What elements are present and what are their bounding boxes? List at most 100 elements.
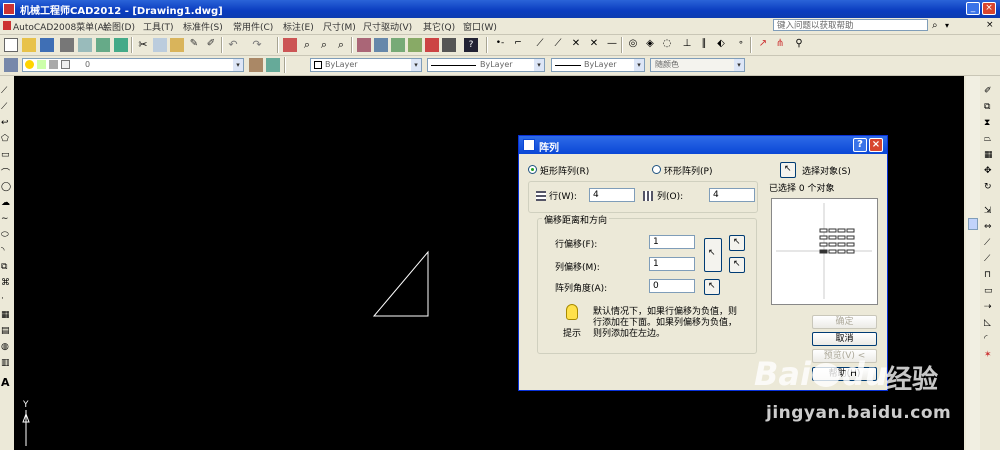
cut-icon[interactable]: ✂ bbox=[136, 38, 150, 52]
ok-button[interactable]: 确定 bbox=[812, 315, 877, 329]
zoom-realtime-icon[interactable]: ⌕ bbox=[300, 38, 314, 52]
calculator-icon[interactable] bbox=[442, 38, 456, 52]
markup-icon[interactable] bbox=[425, 38, 439, 52]
brush-icon[interactable]: ✐ bbox=[204, 38, 218, 52]
match-properties-icon[interactable]: ✎ bbox=[187, 38, 201, 52]
search-icon[interactable]: ⌕ bbox=[932, 20, 938, 31]
copy-tool-icon[interactable]: ⧉ bbox=[984, 102, 995, 113]
properties-icon[interactable] bbox=[357, 38, 371, 52]
pline-tool-icon[interactable]: ↩ bbox=[1, 118, 12, 129]
ellipse-tool-icon[interactable]: ⬭ bbox=[1, 230, 12, 241]
print-preview-icon[interactable] bbox=[78, 38, 92, 52]
make-block-icon[interactable]: ⌘ bbox=[1, 278, 12, 289]
pick-angle-button[interactable]: ↖ bbox=[704, 279, 720, 295]
node-icon[interactable]: ∘ bbox=[734, 38, 748, 52]
none-snap-icon[interactable]: ⋔ bbox=[773, 38, 787, 52]
angle-input[interactable]: 0 bbox=[649, 279, 695, 293]
dialog-help-button[interactable]: ? bbox=[853, 138, 867, 152]
redo-icon[interactable]: ↷ bbox=[250, 38, 264, 52]
menu-size-driven[interactable]: 尺寸驱动(V) bbox=[363, 20, 412, 33]
plotstyle-combo[interactable]: 随颜色 ▾ bbox=[650, 58, 745, 72]
trim-tool-icon[interactable]: ⟋ bbox=[984, 238, 995, 249]
break-point-tool-icon[interactable]: ⊓ bbox=[984, 270, 995, 281]
array-tool-icon[interactable]: ▦ bbox=[984, 150, 995, 161]
insert-icon[interactable]: ⬖ bbox=[714, 38, 728, 52]
linetype-combo[interactable]: ByLayer ▾ bbox=[427, 58, 545, 72]
parallel-icon[interactable]: ∥ bbox=[697, 38, 711, 52]
triangle-entity[interactable] bbox=[372, 250, 429, 317]
quadrant-icon[interactable]: ◈ bbox=[643, 38, 657, 52]
polygon-tool-icon[interactable]: ⬠ bbox=[1, 134, 12, 145]
xline-tool-icon[interactable]: ⟋ bbox=[1, 102, 12, 113]
offset-tool-icon[interactable]: ⏢ bbox=[984, 134, 995, 145]
move-tool-icon[interactable]: ✥ bbox=[984, 166, 995, 177]
layer-combo[interactable]: 0 ▾ bbox=[22, 58, 244, 72]
scrollbar-thumb[interactable] bbox=[968, 218, 978, 230]
join-tool-icon[interactable]: ⇢ bbox=[984, 302, 995, 313]
perpendicular-icon[interactable]: ⊥ bbox=[680, 38, 694, 52]
doc-close-icon[interactable]: × bbox=[986, 20, 994, 30]
menu-draw[interactable]: 绘图(D) bbox=[103, 20, 135, 33]
line-tool-icon[interactable]: ⟋ bbox=[1, 86, 12, 97]
region-tool-icon[interactable]: ◍ bbox=[1, 342, 12, 353]
nearest-icon[interactable]: ↗ bbox=[756, 38, 770, 52]
cols-input[interactable]: 4 bbox=[709, 188, 755, 202]
menu-dimension[interactable]: 标注(E) bbox=[283, 20, 314, 33]
layer-manager-icon[interactable] bbox=[4, 58, 18, 72]
cancel-button[interactable]: 取消 bbox=[812, 332, 877, 346]
menu-standard-parts[interactable]: 标准件(S) bbox=[183, 20, 223, 33]
copy-icon[interactable] bbox=[153, 38, 167, 52]
menu-size[interactable]: 尺寸(M) bbox=[323, 20, 356, 33]
chamfer-tool-icon[interactable]: ◺ bbox=[984, 318, 995, 329]
rect-array-label[interactable]: 矩形阵列(R) bbox=[540, 164, 589, 177]
search-dropdown-icon[interactable]: ▾ bbox=[945, 21, 949, 30]
sheet-set-icon[interactable] bbox=[408, 38, 422, 52]
fillet-tool-icon[interactable]: ◜ bbox=[984, 334, 995, 345]
mirror-tool-icon[interactable]: ⧗ bbox=[984, 118, 995, 129]
text-tool-icon[interactable]: A bbox=[1, 376, 12, 389]
cross-icon[interactable]: ✕ bbox=[569, 38, 583, 52]
zoom-previous-icon[interactable]: ⌕ bbox=[334, 38, 348, 52]
stretch-tool-icon[interactable]: ⇔ bbox=[984, 222, 995, 233]
print-icon[interactable] bbox=[60, 38, 74, 52]
line-endpoint-icon[interactable]: ⌐ bbox=[511, 38, 525, 52]
plot-icon[interactable] bbox=[114, 38, 128, 52]
center-icon[interactable]: ◎ bbox=[626, 38, 640, 52]
row-offset-input[interactable]: 1 bbox=[649, 235, 695, 249]
menu-window[interactable]: 窗口(W) bbox=[463, 20, 497, 33]
pick-both-offsets-button[interactable]: ↖ bbox=[704, 238, 722, 272]
menu-common-parts[interactable]: 常用件(C) bbox=[233, 20, 273, 33]
help-icon[interactable]: ? bbox=[464, 38, 478, 52]
gradient-tool-icon[interactable]: ▤ bbox=[1, 326, 12, 337]
polar-array-radio[interactable] bbox=[652, 165, 661, 174]
circle-tool-icon[interactable]: ◯ bbox=[1, 182, 12, 193]
dialog-close-button[interactable]: × bbox=[869, 138, 883, 152]
insert-block-icon[interactable]: ⧉ bbox=[1, 262, 12, 273]
tool-palettes-icon[interactable] bbox=[391, 38, 405, 52]
scale-tool-icon[interactable]: ⇲ bbox=[984, 206, 995, 217]
save-icon[interactable] bbox=[40, 38, 54, 52]
rect-array-radio[interactable] bbox=[528, 165, 537, 174]
zoom-window-icon[interactable]: ⌕ bbox=[317, 38, 331, 52]
intersection-icon[interactable]: ✕ bbox=[587, 38, 601, 52]
undo-icon[interactable]: ↶ bbox=[226, 38, 240, 52]
point-icon[interactable]: •‑ bbox=[493, 38, 507, 52]
menu-tools[interactable]: 工具(T) bbox=[143, 20, 174, 33]
tangent-icon[interactable]: ◌ bbox=[660, 38, 674, 52]
col-offset-input[interactable]: 1 bbox=[649, 257, 695, 271]
spline-tool-icon[interactable]: ∼ bbox=[1, 214, 12, 225]
select-objects-label[interactable]: 选择对象(S) bbox=[802, 164, 851, 177]
design-center-icon[interactable] bbox=[374, 38, 388, 52]
select-objects-button[interactable]: ↖ bbox=[780, 162, 796, 178]
lineweight-combo[interactable]: ByLayer ▾ bbox=[551, 58, 645, 72]
publish-icon[interactable] bbox=[96, 38, 110, 52]
pick-row-offset-button[interactable]: ↖ bbox=[729, 235, 745, 251]
color-combo[interactable]: ByLayer ▾ bbox=[310, 58, 422, 72]
paste-icon[interactable] bbox=[170, 38, 184, 52]
new-file-icon[interactable] bbox=[4, 38, 18, 52]
ellipse-arc-tool-icon[interactable]: ◝ bbox=[1, 246, 12, 257]
close-button[interactable]: × bbox=[982, 2, 996, 15]
pan-icon[interactable] bbox=[283, 38, 297, 52]
revcloud-tool-icon[interactable]: ☁ bbox=[1, 198, 12, 209]
xline-icon[interactable]: ⟋ bbox=[551, 38, 565, 52]
